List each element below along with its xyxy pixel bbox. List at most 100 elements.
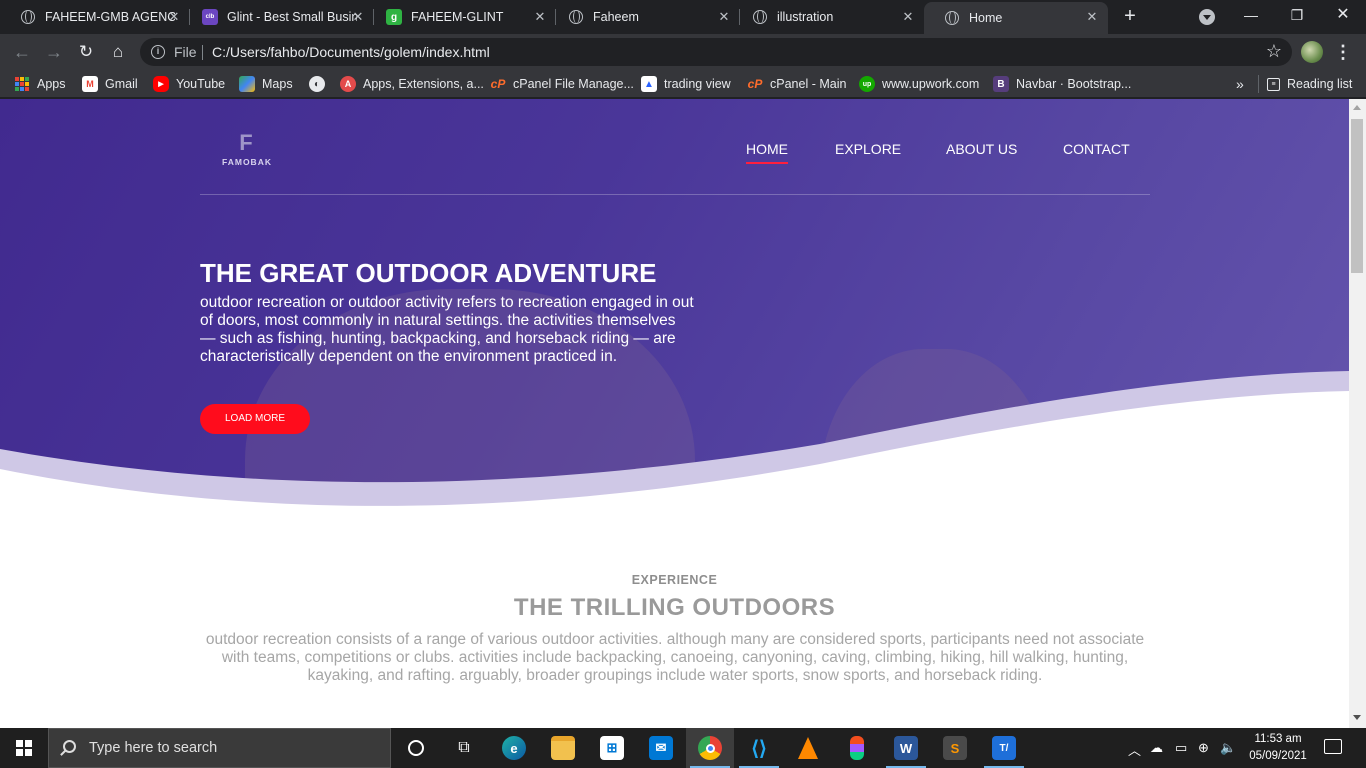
bookmark-label: Apps, Extensions, a... bbox=[363, 77, 484, 91]
globe-icon bbox=[944, 10, 960, 26]
onedrive-icon[interactable]: ☁ bbox=[1150, 740, 1163, 756]
globe-icon bbox=[568, 9, 584, 25]
windows-taskbar: Type here to search ⧉ e ⊞ ✉ ⟨⟩ W S T/ ︿ … bbox=[0, 728, 1366, 768]
home-icon[interactable]: ⌂ bbox=[106, 40, 130, 64]
section-kicker: EXPERIENCE bbox=[631, 573, 718, 587]
start-button[interactable] bbox=[0, 728, 48, 768]
edge-icon[interactable]: e bbox=[490, 728, 538, 768]
task-view-icon[interactable]: ⧉ bbox=[440, 728, 488, 768]
bookmark-apps[interactable]: Apps bbox=[15, 75, 66, 93]
browser-tab[interactable]: Faheem ✕ bbox=[548, 0, 740, 34]
browser-tab[interactable]: illustration ✕ bbox=[732, 0, 924, 34]
tray-overflow-icon[interactable]: ︿ bbox=[1128, 740, 1141, 759]
bookmark-cpanel-file[interactable]: cP cPanel File Manage... bbox=[490, 75, 634, 93]
vscode-icon[interactable]: ⟨⟩ bbox=[735, 728, 783, 768]
bookmark-maps[interactable]: Maps bbox=[239, 75, 293, 93]
back-icon[interactable]: ← bbox=[10, 40, 34, 64]
reload-icon[interactable]: ↻ bbox=[74, 40, 98, 64]
bookmarks-overflow-icon[interactable]: » bbox=[1236, 75, 1244, 93]
sublime-icon[interactable]: S bbox=[931, 728, 979, 768]
globe-icon: ◐ bbox=[309, 76, 325, 92]
reading-list-label: Reading list bbox=[1287, 77, 1353, 91]
close-tab-icon[interactable]: ✕ bbox=[532, 9, 548, 25]
typora-icon[interactable]: T/ bbox=[980, 728, 1028, 768]
bookmark-youtube[interactable]: ▶ YouTube bbox=[153, 75, 225, 93]
taskbar-search[interactable]: Type here to search bbox=[48, 728, 391, 768]
close-window-icon[interactable]: ✕ bbox=[1320, 0, 1366, 30]
close-tab-icon[interactable]: ✕ bbox=[716, 9, 732, 25]
minimize-icon[interactable]: — bbox=[1228, 0, 1274, 30]
close-tab-icon[interactable]: ✕ bbox=[1084, 9, 1100, 25]
close-tab-icon[interactable]: ✕ bbox=[166, 9, 182, 25]
taskbar-clock[interactable]: 11:53 am 05/09/2021 bbox=[1240, 731, 1316, 765]
mail-icon[interactable]: ✉ bbox=[637, 728, 685, 768]
bookmark-globe[interactable]: ◐ bbox=[309, 75, 332, 93]
bootstrap-icon: B bbox=[993, 76, 1009, 92]
network-icon[interactable]: ⊕ bbox=[1198, 740, 1209, 756]
tab-title: FAHEEM-GLINT bbox=[411, 10, 504, 24]
cpanel-icon: cP bbox=[490, 77, 506, 91]
bookmark-label: trading view bbox=[664, 77, 731, 91]
restore-icon[interactable]: ❐ bbox=[1274, 0, 1320, 30]
maps-icon bbox=[239, 76, 255, 92]
scroll-down-arrow-icon[interactable] bbox=[1353, 715, 1361, 720]
browser-tab-active[interactable]: Home ✕ bbox=[924, 2, 1108, 34]
globe-icon bbox=[752, 9, 768, 25]
youtube-icon: ▶ bbox=[153, 76, 169, 92]
cortana-icon[interactable] bbox=[392, 728, 440, 768]
file-explorer-icon[interactable] bbox=[539, 728, 587, 768]
reading-list-icon: ≡ bbox=[1267, 77, 1280, 91]
apps-grid-icon bbox=[15, 77, 29, 91]
load-more-button[interactable]: LOAD MORE bbox=[200, 404, 310, 434]
bookmark-label: Navbar · Bootstrap... bbox=[1016, 77, 1132, 91]
globe-icon bbox=[20, 9, 36, 25]
close-tab-icon[interactable]: ✕ bbox=[900, 9, 916, 25]
bookmark-extensions[interactable]: A Apps, Extensions, a... bbox=[340, 75, 484, 93]
site-logo[interactable]: F FAMOBAK bbox=[222, 131, 272, 168]
close-tab-icon[interactable]: ✕ bbox=[350, 9, 366, 25]
nav-divider bbox=[200, 194, 1150, 195]
clock-time: 11:53 am bbox=[1254, 733, 1302, 745]
bookmark-upwork[interactable]: up www.upwork.com bbox=[859, 75, 979, 93]
page-viewport: F FAMOBAK HOME EXPLORE ABOUT US CONTACT … bbox=[0, 99, 1349, 728]
vlc-icon[interactable] bbox=[784, 728, 832, 768]
logo-text: FAMOBAK bbox=[222, 157, 272, 167]
bookmark-tradingview[interactable]: ▲ trading view bbox=[641, 75, 731, 93]
browser-tab[interactable]: FAHEEM-GMB AGENCY ✕ bbox=[0, 0, 190, 34]
nav-contact[interactable]: CONTACT bbox=[1063, 141, 1130, 157]
new-tab-icon[interactable]: + bbox=[1120, 6, 1140, 26]
chrome-icon[interactable] bbox=[686, 728, 734, 768]
forward-icon[interactable]: → bbox=[42, 40, 66, 64]
address-bar[interactable]: i File C:/Users/fahbo/Documents/golem/in… bbox=[140, 38, 1292, 66]
figma-icon[interactable] bbox=[833, 728, 881, 768]
extensions-icon: A bbox=[340, 76, 356, 92]
profile-avatar[interactable] bbox=[1301, 41, 1323, 63]
bookmark-star-icon[interactable]: ☆ bbox=[1266, 41, 1282, 62]
nav-about-us[interactable]: ABOUT US bbox=[946, 141, 1017, 157]
scroll-up-arrow-icon[interactable] bbox=[1353, 105, 1361, 110]
nav-home[interactable]: HOME bbox=[746, 141, 788, 164]
browser-tab[interactable]: clb Glint - Best Small Business ✕ bbox=[182, 0, 374, 34]
bookmark-label: cPanel - Main bbox=[770, 77, 847, 91]
page-scrollbar[interactable] bbox=[1349, 99, 1366, 728]
battery-icon[interactable]: ▭ bbox=[1175, 740, 1187, 756]
tab-search-icon[interactable] bbox=[1199, 9, 1215, 25]
bookmark-cpanel-main[interactable]: cP cPanel - Main bbox=[747, 75, 847, 93]
bookmark-label: cPanel File Manage... bbox=[513, 77, 634, 91]
url-text[interactable]: C:/Users/fahbo/Documents/golem/index.htm… bbox=[212, 44, 490, 60]
site-info-icon[interactable]: i bbox=[151, 45, 165, 59]
browser-tab[interactable]: g FAHEEM-GLINT ✕ bbox=[366, 0, 556, 34]
menu-kebab-icon[interactable]: ⋮ bbox=[1334, 40, 1352, 64]
scroll-thumb[interactable] bbox=[1351, 119, 1363, 273]
bookmark-gmail[interactable]: M Gmail bbox=[82, 75, 138, 93]
bookmark-bootstrap[interactable]: B Navbar · Bootstrap... bbox=[993, 75, 1131, 93]
notification-center-icon[interactable] bbox=[1324, 739, 1342, 754]
reading-list-button[interactable]: ≡ Reading list bbox=[1267, 75, 1352, 93]
volume-icon[interactable]: 🔈 bbox=[1220, 740, 1236, 756]
colorlib-icon: clb bbox=[202, 9, 218, 25]
upwork-icon: up bbox=[859, 76, 875, 92]
nav-explore[interactable]: EXPLORE bbox=[835, 141, 901, 157]
store-icon[interactable]: ⊞ bbox=[588, 728, 636, 768]
hero-text: outdoor recreation or outdoor activity r… bbox=[200, 294, 694, 365]
word-icon[interactable]: W bbox=[882, 728, 930, 768]
